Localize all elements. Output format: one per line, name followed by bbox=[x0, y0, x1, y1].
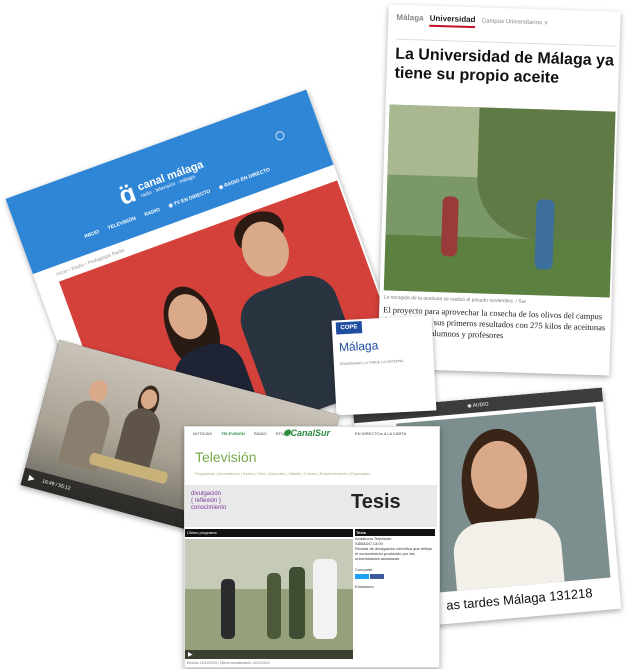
search-icon[interactable] bbox=[274, 129, 286, 142]
video-time: 16:49 / 55:12 bbox=[41, 478, 72, 492]
nav-item-radio-directo[interactable]: ◉ RADIO EN DIRECTO bbox=[218, 167, 271, 191]
banner-slogan: divulgación { reflexión } conocimiento bbox=[191, 491, 227, 511]
play-icon[interactable]: ▶ bbox=[28, 473, 36, 483]
section-title: Televisión bbox=[195, 449, 257, 465]
play-icon[interactable]: ▶ bbox=[188, 651, 193, 658]
section-header: Málaga Universidad Campus Universitarios… bbox=[395, 12, 617, 47]
article-title: La Universidad de Málaga ya tiene su pro… bbox=[394, 45, 615, 87]
subsection-dropdown[interactable]: Campus Universitarios ∨ bbox=[482, 18, 549, 26]
section-tab[interactable]: Universidad bbox=[429, 13, 476, 29]
nav-noticias[interactable]: NOTICIAS bbox=[193, 431, 212, 436]
cope-city: Málaga bbox=[338, 338, 379, 355]
olive-harvest-photo bbox=[383, 104, 616, 298]
nav-item-inicio[interactable]: INICIO bbox=[84, 229, 100, 240]
canal-sur-screenshot: NOTICIAS TELEVISIÓN RADIO RTVA ✺CanalSur… bbox=[184, 426, 440, 668]
paper-brand[interactable]: Málaga bbox=[396, 13, 423, 23]
last-program-header: Último programa bbox=[185, 529, 353, 537]
sub-nav[interactable]: Programas | Informativos | Series | Cine… bbox=[195, 471, 427, 476]
program-sidebar: Tesis Andalucía Televisión SÁBADO 13:00 … bbox=[355, 529, 435, 589]
twitter-share-button[interactable] bbox=[355, 574, 369, 579]
program-video[interactable]: ▶ bbox=[185, 539, 353, 659]
video-controls: ▶ bbox=[185, 650, 353, 659]
top-nav: NOTICIAS TELEVISIÓN RADIO RTVA bbox=[193, 431, 294, 436]
sidebar-title: Tesis bbox=[355, 529, 435, 536]
sidebar-description: Revista de divulgación científica que re… bbox=[355, 546, 432, 561]
cope-screenshot: COPE Málaga PROGRAMAS LA TARDE LA LINTER… bbox=[331, 315, 437, 416]
canal-sur-logo[interactable]: ✺CanalSur bbox=[283, 428, 330, 439]
banner-title: Tesis bbox=[351, 491, 401, 513]
nav-item-television[interactable]: TELEVISIÓN bbox=[107, 216, 137, 232]
nav-item-radio[interactable]: RADIO bbox=[144, 207, 161, 218]
cope-nav[interactable]: PROGRAMAS LA TARDE LA LINTERNA bbox=[340, 358, 430, 368]
nav-radio[interactable]: RADIO bbox=[254, 431, 267, 436]
emissions-label: Emisiones bbox=[355, 584, 374, 589]
live-links[interactable]: EN DIRECTO ▸ A LA CARTA bbox=[355, 431, 406, 436]
site-logo[interactable]: ɑ̈ canal málaga radio · televisión · mál… bbox=[115, 152, 210, 212]
program-banner: divulgación { reflexión } conocimiento T… bbox=[185, 485, 437, 527]
nav-television[interactable]: TELEVISIÓN bbox=[221, 431, 245, 436]
facebook-share-button[interactable] bbox=[370, 574, 385, 579]
sun-logo-icon: ✺ bbox=[283, 428, 291, 438]
cope-logo[interactable]: COPE bbox=[335, 321, 363, 335]
footer-dates: Emitido 14/12/2019 | Última actualizació… bbox=[187, 661, 270, 665]
